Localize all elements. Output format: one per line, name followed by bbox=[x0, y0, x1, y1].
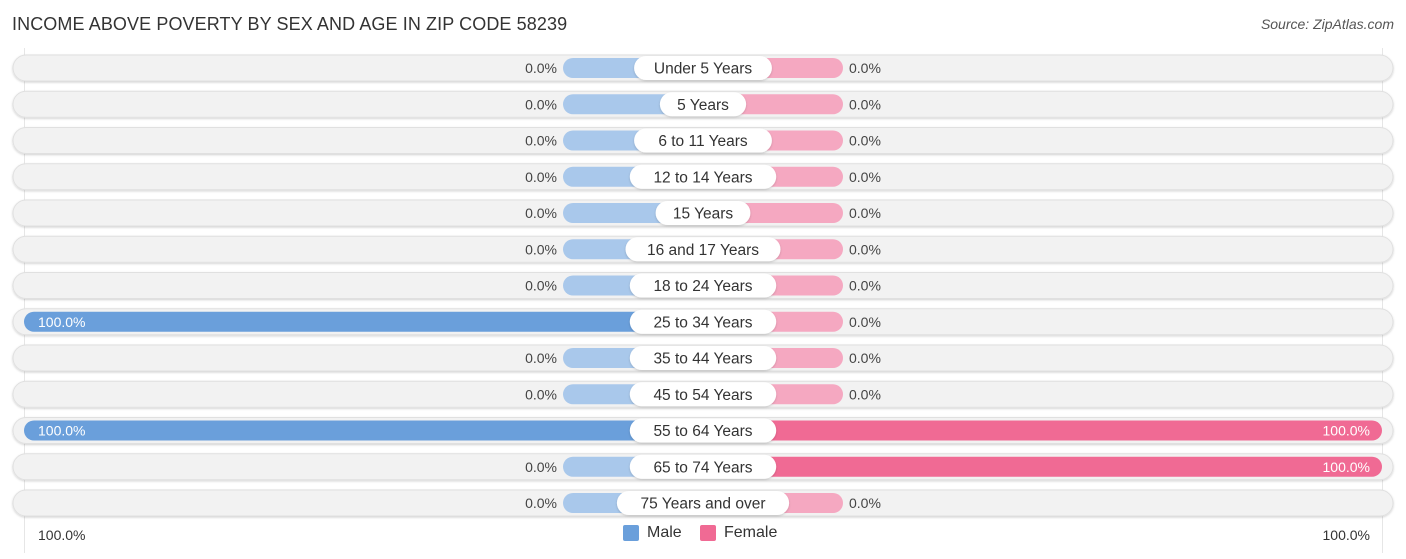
value-label-female: 100.0% bbox=[1323, 423, 1370, 439]
legend-label-female: Female bbox=[724, 524, 778, 541]
category-label: 15 Years bbox=[673, 206, 734, 223]
value-label-female: 0.0% bbox=[849, 96, 881, 112]
value-label-female: 0.0% bbox=[849, 205, 881, 221]
category-label: 5 Years bbox=[677, 97, 729, 114]
value-label-male: 0.0% bbox=[525, 205, 557, 221]
value-label-female: 0.0% bbox=[849, 350, 881, 366]
legend-label-male: Male bbox=[647, 524, 682, 541]
chart-area: 0.0% 0.0% Under 5 Years 0.0% 0.0% 5 Years 0.0%… bbox=[12, 54, 1394, 517]
value-label-male: 0.0% bbox=[525, 495, 557, 511]
value-label-male: 0.0% bbox=[525, 278, 557, 294]
category-label: 18 to 24 Years bbox=[653, 278, 752, 295]
bar-female bbox=[703, 456, 1382, 477]
category-label: 16 and 17 Years bbox=[647, 242, 759, 259]
value-label-female: 0.0% bbox=[849, 278, 881, 294]
category-label: 65 to 74 Years bbox=[653, 459, 752, 476]
value-label-male: 0.0% bbox=[525, 96, 557, 112]
value-label-male: 0.0% bbox=[525, 60, 557, 76]
bar-female bbox=[703, 420, 1382, 441]
bar-male bbox=[24, 311, 703, 332]
legend-swatch-female bbox=[700, 525, 716, 541]
value-label-female: 0.0% bbox=[849, 133, 881, 149]
value-label-female: 0.0% bbox=[849, 241, 881, 257]
category-label: 55 to 64 Years bbox=[653, 423, 752, 440]
legend-item-male: Male bbox=[623, 524, 682, 542]
value-label-male: 0.0% bbox=[525, 459, 557, 475]
legend: Male Female bbox=[0, 524, 1406, 544]
value-label-male: 0.0% bbox=[525, 169, 557, 185]
category-label: 45 to 54 Years bbox=[653, 387, 752, 404]
category-label: 75 Years and over bbox=[641, 496, 766, 513]
category-label: Under 5 Years bbox=[654, 61, 752, 78]
value-label-male: 0.0% bbox=[525, 241, 557, 257]
value-label-female: 0.0% bbox=[849, 169, 881, 185]
value-label-male: 0.0% bbox=[525, 133, 557, 149]
value-label-female: 0.0% bbox=[849, 60, 881, 76]
category-label: 35 to 44 Years bbox=[653, 351, 752, 368]
legend-item-female: Female bbox=[700, 524, 777, 542]
value-label-female: 0.0% bbox=[849, 314, 881, 330]
value-label-male: 100.0% bbox=[38, 423, 85, 439]
bar-male bbox=[24, 420, 703, 441]
category-label: 6 to 11 Years bbox=[658, 133, 748, 150]
value-label-male: 100.0% bbox=[38, 314, 85, 330]
value-label-female: 0.0% bbox=[849, 495, 881, 511]
value-label-female: 0.0% bbox=[849, 386, 881, 402]
legend-swatch-male bbox=[623, 525, 639, 541]
category-label: 12 to 14 Years bbox=[653, 169, 752, 186]
value-label-female: 100.0% bbox=[1323, 459, 1370, 475]
category-label: 25 to 34 Years bbox=[653, 314, 752, 331]
value-label-male: 0.0% bbox=[525, 386, 557, 402]
value-label-male: 0.0% bbox=[525, 350, 557, 366]
